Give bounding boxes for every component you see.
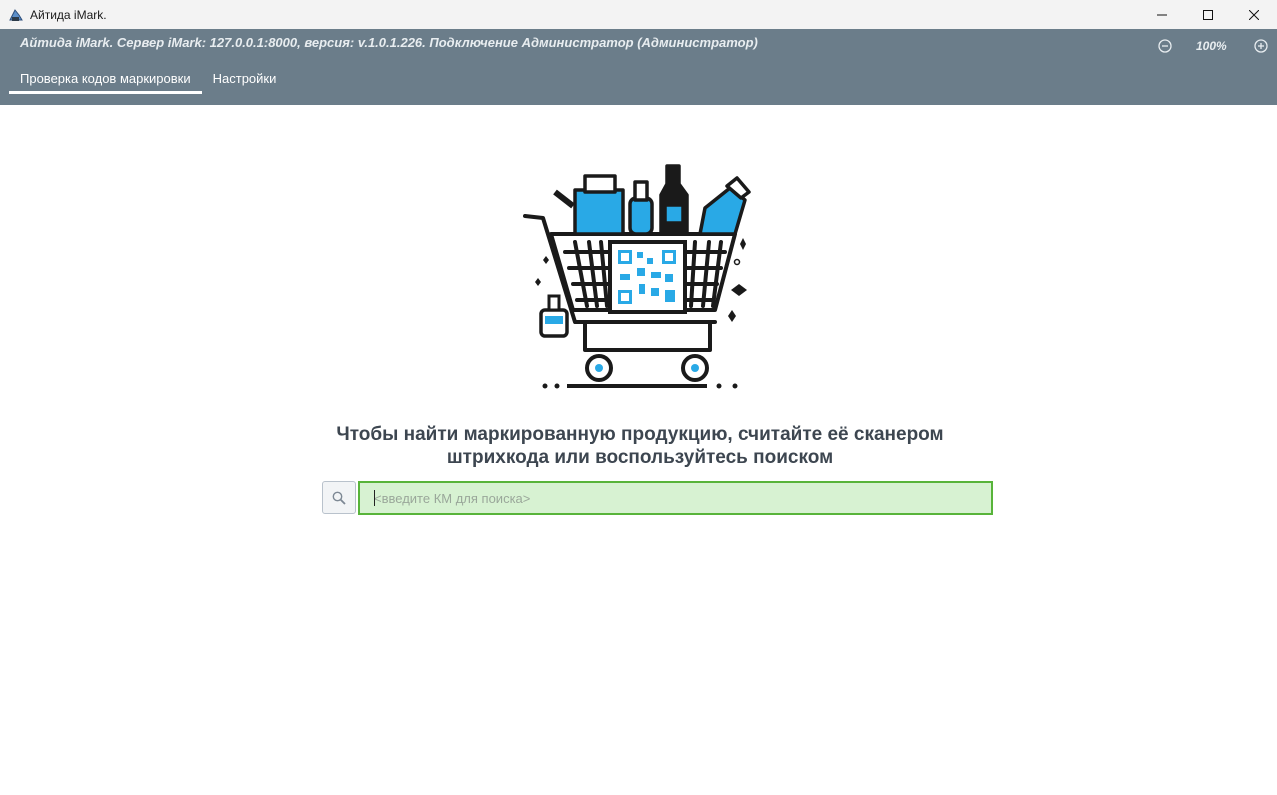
heading-line-2: штрихкода или воспользуйтесь поиском <box>446 447 834 468</box>
search-instructions: Чтобы найти маркированную продукцию, счи… <box>290 423 990 469</box>
minimize-icon <box>1157 14 1167 15</box>
close-icon <box>1249 9 1259 20</box>
zoom-level: 100% <box>1196 39 1227 53</box>
tab-code-check[interactable]: Проверка кодов маркировки <box>9 67 202 94</box>
close-button[interactable] <box>1231 0 1277 29</box>
maximize-icon <box>1203 9 1213 20</box>
minimize-button[interactable] <box>1139 0 1185 29</box>
app-icon <box>9 8 23 21</box>
heading-line-1: Чтобы найти маркированную продукцию, счи… <box>336 424 944 445</box>
shopping-cart-illustration <box>523 164 751 389</box>
tab-bar: Проверка кодов маркировки Настройки <box>9 67 287 94</box>
app-header: Айтида iMark. Сервер iMark: 127.0.0.1:80… <box>0 29 1277 105</box>
search-icon <box>332 491 346 505</box>
connection-status: Айтида iMark. Сервер iMark: 127.0.0.1:80… <box>20 35 758 50</box>
search-button[interactable] <box>322 481 356 514</box>
window-titlebar: Айтида iMark. <box>0 0 1277 29</box>
window-title: Айтида iMark. <box>30 7 107 22</box>
zoom-out-icon[interactable] <box>1158 39 1172 53</box>
text-caret <box>374 490 375 506</box>
zoom-in-icon[interactable] <box>1254 39 1268 53</box>
code-search-input[interactable] <box>358 481 993 515</box>
tab-settings[interactable]: Настройки <box>202 67 288 94</box>
maximize-button[interactable] <box>1185 0 1231 29</box>
